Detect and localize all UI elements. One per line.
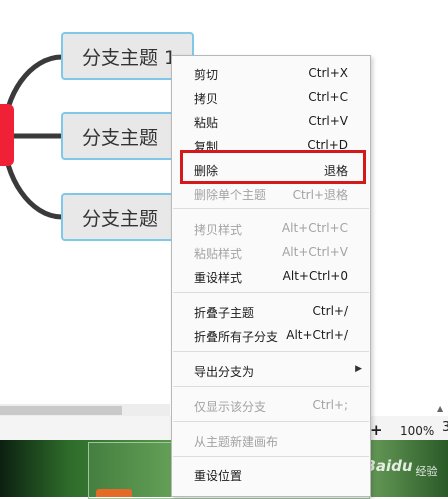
context-menu: 剪切 Ctrl+X 拷贝 Ctrl+C 粘贴 Ctrl+V 复制 Ctrl+D … bbox=[171, 55, 371, 497]
menu-item-copy-style[interactable]: 拷贝样式 Alt+Ctrl+C bbox=[172, 216, 370, 240]
menu-item-delete-single-topic[interactable]: 删除单个主题 Ctrl+退格 bbox=[172, 181, 370, 205]
horizontal-scrollbar-thumb[interactable] bbox=[0, 406, 122, 415]
menu-separator bbox=[173, 421, 369, 422]
taskbar-app-icon[interactable] bbox=[96, 489, 132, 497]
menu-separator bbox=[173, 292, 369, 293]
menu-separator bbox=[173, 386, 369, 387]
zoom-level[interactable]: 100% bbox=[400, 424, 434, 438]
status-extra: 3 bbox=[442, 420, 448, 435]
submenu-arrow-icon: ▶ bbox=[355, 364, 362, 374]
menu-item-new-sheet-from-topic[interactable]: 从主题新建画布 bbox=[172, 428, 370, 452]
menu-separator bbox=[173, 208, 369, 209]
menu-item-collapse-all-branches[interactable]: 折叠所有子分支 Alt+Ctrl+/ bbox=[172, 323, 370, 347]
menu-item-paste[interactable]: 粘贴 Ctrl+V bbox=[172, 109, 370, 133]
delete-highlight-annotation bbox=[180, 150, 366, 184]
topic-label: 分支主题 bbox=[82, 207, 159, 230]
menu-item-paste-style[interactable]: 粘贴样式 Alt+Ctrl+V bbox=[172, 240, 370, 264]
menu-item-reset-position[interactable]: 重设位置 bbox=[172, 462, 370, 486]
menu-separator bbox=[173, 456, 369, 457]
topic-label: 分支主题 1 bbox=[82, 46, 177, 69]
menu-item-copy[interactable]: 拷贝 Ctrl+C bbox=[172, 85, 370, 109]
central-topic[interactable] bbox=[0, 104, 14, 166]
watermark-sub: 经验 bbox=[415, 465, 438, 478]
scroll-up-arrow-icon[interactable]: ▲ bbox=[437, 404, 443, 413]
menu-item-export-branch[interactable]: 导出分支为 ▶ bbox=[172, 358, 370, 382]
menu-item-reset-style[interactable]: 重设样式 Alt+Ctrl+0 bbox=[172, 264, 370, 288]
menu-item-show-only-branch[interactable]: 仅显示该分支 Ctrl+; bbox=[172, 393, 370, 417]
menu-item-cut[interactable]: 剪切 Ctrl+X bbox=[172, 61, 370, 85]
topic-label: 分支主题 bbox=[82, 126, 159, 149]
menu-item-collapse-subtopics[interactable]: 折叠子主题 Ctrl+/ bbox=[172, 299, 370, 323]
watermark-text: Baidu bbox=[364, 457, 413, 475]
menu-separator bbox=[173, 351, 369, 352]
zoom-in-button[interactable]: + bbox=[370, 421, 383, 439]
